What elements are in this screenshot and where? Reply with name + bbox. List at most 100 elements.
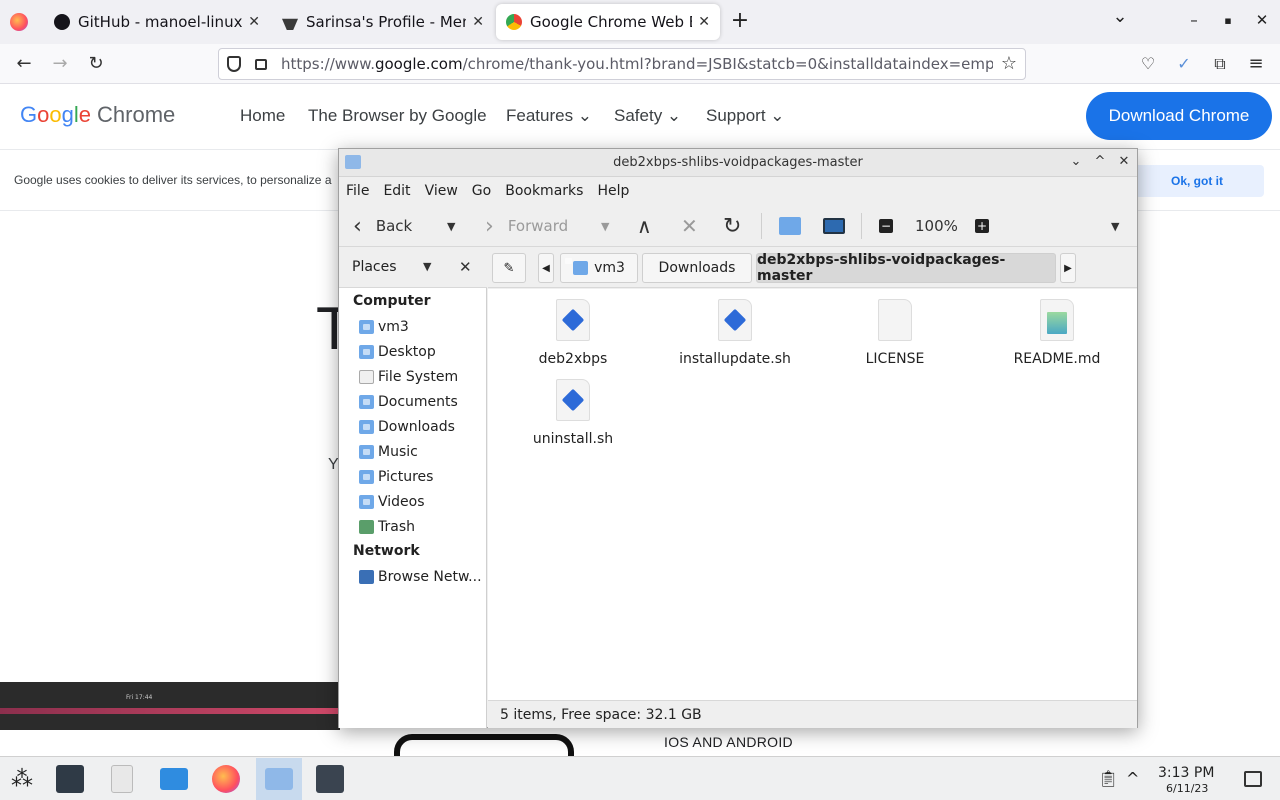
tab-sarinsa-profile[interactable]: Sarinsa's Profile - Membe ✕ <box>272 4 494 40</box>
nav-browser-by-google[interactable]: The Browser by Google <box>308 106 487 126</box>
url-bar[interactable]: https://www.google.com/chrome/thank-you.… <box>218 48 1026 80</box>
forward-button[interactable]: › Forward <box>485 214 569 239</box>
new-tab-button[interactable]: + <box>728 8 752 33</box>
computer-icon[interactable] <box>823 214 845 238</box>
reload-icon[interactable]: ↻ <box>723 214 741 239</box>
extensions-icon[interactable]: ⧉ <box>1208 52 1232 76</box>
toolbar-overflow-dropdown[interactable]: ▼ <box>1111 214 1119 238</box>
home-folder-icon[interactable] <box>779 214 801 238</box>
menu-bookmarks[interactable]: Bookmarks <box>498 183 590 199</box>
maximize-button[interactable]: ▪ <box>1216 14 1240 27</box>
nav-features[interactable]: Features ⌄ <box>506 106 592 126</box>
task-terminal[interactable] <box>308 758 352 800</box>
back-button[interactable]: ‹ Back <box>353 214 412 239</box>
close-tab-icon[interactable]: ✕ <box>472 14 484 30</box>
minimize-button[interactable]: – <box>1182 11 1206 29</box>
firefox-menu-icon[interactable] <box>10 13 28 31</box>
sidebar-item-label: Browse Netw... <box>378 569 482 585</box>
logo-letter: o <box>37 102 50 127</box>
show-desktop-icon[interactable] <box>1244 771 1262 787</box>
file-item[interactable]: LICENSE <box>830 299 960 367</box>
reload-icon[interactable]: ↻ <box>84 52 108 76</box>
zoom-out-icon[interactable]: − <box>879 214 893 238</box>
documents-folder-icon <box>359 395 374 409</box>
sidebar-item-music[interactable]: Music <box>359 441 485 463</box>
close-window-button[interactable]: ✕ <box>1250 11 1274 29</box>
path-scroll-left-button[interactable]: ◀ <box>538 253 554 283</box>
close-tab-icon[interactable]: ✕ <box>698 14 710 30</box>
clock-date[interactable]: 6/11/23 <box>1166 782 1208 795</box>
home-folder-icon <box>359 320 374 334</box>
task-firefox[interactable] <box>204 758 248 800</box>
nav-safety[interactable]: Safety ⌄ <box>614 106 681 126</box>
tab-title: Google Chrome Web Bro <box>530 13 692 31</box>
sidebar-item-browse-network[interactable]: Browse Netw... <box>359 566 485 588</box>
close-window-icon[interactable]: ✕ <box>1115 153 1133 171</box>
google-chrome-logo[interactable]: Google Chrome <box>20 102 175 128</box>
path-scroll-right-button[interactable]: ▶ <box>1060 253 1076 283</box>
forward-arrow-icon[interactable]: → <box>48 52 72 76</box>
stop-icon[interactable]: ✕ <box>681 214 698 238</box>
hamburger-menu-icon[interactable]: ≡ <box>1244 52 1268 76</box>
zoom-in-icon[interactable]: + <box>975 214 989 238</box>
toggle-location-entry-button[interactable]: ✎ <box>492 253 526 283</box>
close-sidebar-icon[interactable]: ✕ <box>459 258 472 276</box>
chevron-down-icon[interactable]: ▼ <box>423 260 431 273</box>
task-text-editor[interactable] <box>100 758 144 800</box>
close-tab-icon[interactable]: ✕ <box>248 14 260 30</box>
up-arrow-icon[interactable]: ∧ <box>637 214 652 238</box>
github-icon <box>54 14 70 30</box>
minimize-window-icon[interactable]: ⌄ <box>1067 153 1085 171</box>
sidebar-item-videos[interactable]: Videos <box>359 491 485 513</box>
tab-github[interactable]: GitHub - manoel-linux/cp ✕ <box>44 4 270 40</box>
minus-shape: − <box>879 219 893 233</box>
back-arrow-icon[interactable]: ← <box>12 52 36 76</box>
url-text[interactable]: https://www.google.com/chrome/thank-you.… <box>281 55 993 73</box>
menu-edit[interactable]: Edit <box>376 183 417 199</box>
account-check-icon[interactable]: ✓ <box>1172 52 1196 76</box>
sidebar-item-desktop[interactable]: Desktop <box>359 341 485 363</box>
menu-help[interactable]: Help <box>590 183 636 199</box>
sidebar-item-label: vm3 <box>378 319 409 335</box>
menu-file[interactable]: File <box>339 183 376 199</box>
pocket-icon[interactable]: ♡ <box>1136 52 1160 76</box>
task-settings[interactable] <box>48 758 92 800</box>
back-history-dropdown[interactable]: ▼ <box>447 214 455 238</box>
menu-go[interactable]: Go <box>465 183 498 199</box>
list-all-tabs-button[interactable]: ⌄ <box>1108 6 1132 27</box>
download-chrome-button[interactable]: Download Chrome <box>1086 92 1272 140</box>
sidebar-item-downloads[interactable]: Downloads <box>359 416 485 438</box>
window-titlebar[interactable]: deb2xbps-shlibs-voidpackages-master ⌄ ^ … <box>339 149 1137 177</box>
sidebar-item-documents[interactable]: Documents <box>359 391 485 413</box>
file-item[interactable]: uninstall.sh <box>508 379 638 447</box>
file-item[interactable]: deb2xbps <box>508 299 638 367</box>
app-launcher-button[interactable]: ⁂ <box>0 758 44 800</box>
places-selector[interactable]: Places <box>352 259 397 275</box>
tab-google-chrome[interactable]: Google Chrome Web Bro ✕ <box>496 4 720 40</box>
clock-time[interactable]: 3:13 PM <box>1158 765 1214 781</box>
forward-history-dropdown[interactable]: ▼ <box>601 214 609 238</box>
menu-view[interactable]: View <box>418 183 465 199</box>
clipboard-icon[interactable]: 📋︎ <box>1098 769 1118 788</box>
forward-label: Forward <box>507 217 569 235</box>
nav-home[interactable]: Home <box>240 106 285 126</box>
cookie-ok-button[interactable]: Ok, got it <box>1130 165 1264 197</box>
sidebar-item-file-system[interactable]: File System <box>359 366 485 388</box>
task-files[interactable] <box>152 758 196 800</box>
file-item[interactable]: README.md <box>992 299 1122 367</box>
sidebar-item-vm3[interactable]: vm3 <box>359 316 485 338</box>
path-button-downloads[interactable]: Downloads <box>642 253 752 283</box>
shield-icon[interactable] <box>227 56 241 72</box>
lock-icon[interactable] <box>255 59 267 70</box>
sidebar-item-pictures[interactable]: Pictures <box>359 466 485 488</box>
chevron-up-icon[interactable]: ^ <box>1126 769 1139 788</box>
sidebar-item-trash[interactable]: Trash <box>359 516 485 538</box>
file-item[interactable]: installupdate.sh <box>670 299 800 367</box>
task-file-manager-active[interactable] <box>256 758 302 800</box>
nav-support[interactable]: Support ⌄ <box>706 106 785 126</box>
home-folder-shape <box>779 217 801 235</box>
path-button-vm3[interactable]: vm3 <box>560 253 638 283</box>
path-button-current-folder[interactable]: deb2xbps-shlibs-voidpackages-master <box>756 252 1056 284</box>
maximize-window-icon[interactable]: ^ <box>1091 153 1109 171</box>
bookmark-star-icon[interactable]: ☆ <box>1001 53 1017 74</box>
